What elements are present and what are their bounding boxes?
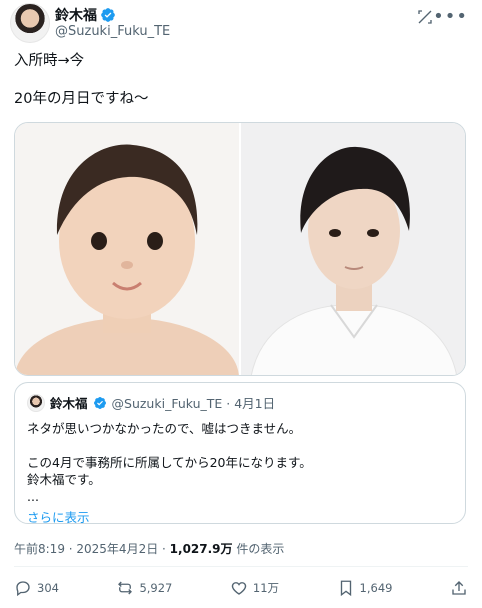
adult-photo[interactable] xyxy=(241,123,465,375)
reply-icon xyxy=(16,581,30,597)
repost-icon xyxy=(118,581,133,595)
bookmark-icon xyxy=(340,580,351,597)
show-more-link[interactable]: さらに表示 xyxy=(27,507,453,526)
more-options-icon[interactable]: ••• xyxy=(433,6,468,27)
post-meta: 午前8:19 · 2025年4月2日 · 1,027.9万 件の表示 xyxy=(14,540,284,557)
tweet-text: 入所時→今 20年の月日ですね〜 xyxy=(14,53,149,107)
tweet-media[interactable] xyxy=(14,122,466,376)
grok-icon[interactable] xyxy=(416,8,434,26)
views-label: 件の表示 xyxy=(232,542,285,556)
action-bar: 304 5,927 11万 1,649 xyxy=(14,575,468,601)
post-time-date[interactable]: 午前8:19 · 2025年4月2日 · xyxy=(14,542,170,556)
bookmark-count: 1,649 xyxy=(359,581,393,595)
reply-count: 304 xyxy=(37,581,59,595)
author-display-name[interactable]: 鈴木福 xyxy=(55,5,97,25)
views-count: 1,027.9万 xyxy=(169,542,233,556)
share-icon xyxy=(452,581,466,595)
reply-button[interactable]: 304 xyxy=(14,579,59,597)
quoted-tweet[interactable]: 鈴木福 @Suzuki_Fuku_TE · 4月1日 ネタが思いつかなかったので… xyxy=(14,382,466,526)
divider xyxy=(14,566,468,567)
repost-button[interactable]: 5,927 xyxy=(116,579,172,597)
quoted-handle-date: @Suzuki_Fuku_TE · 4月1日 xyxy=(111,396,276,411)
share-button[interactable] xyxy=(450,579,468,597)
like-count: 11万 xyxy=(252,581,280,595)
quoted-verified-badge-icon xyxy=(93,396,106,409)
verified-badge-icon xyxy=(101,8,115,22)
author-handle[interactable]: @Suzuki_Fuku_TE xyxy=(55,24,170,39)
heart-icon xyxy=(231,582,247,595)
quoted-author-name: 鈴木福 xyxy=(50,396,88,411)
bookmark-button[interactable]: 1,649 xyxy=(337,579,393,597)
quoted-author-avatar xyxy=(27,393,45,412)
author-avatar[interactable] xyxy=(10,3,50,43)
repost-count: 5,927 xyxy=(139,581,173,595)
like-button[interactable]: 11万 xyxy=(230,579,279,597)
quoted-tweet-header: 鈴木福 @Suzuki_Fuku_TE · 4月1日 xyxy=(27,393,453,412)
quoted-tweet-text: ネタが思いつかなかったので、嘘はつきません。 この4月で事務所に所属してから20… xyxy=(27,421,312,504)
baby-photo[interactable] xyxy=(15,123,241,375)
adult-portrait-image xyxy=(250,146,458,375)
author-name-row[interactable]: 鈴木福 xyxy=(55,5,116,25)
baby-portrait-image xyxy=(15,144,239,375)
